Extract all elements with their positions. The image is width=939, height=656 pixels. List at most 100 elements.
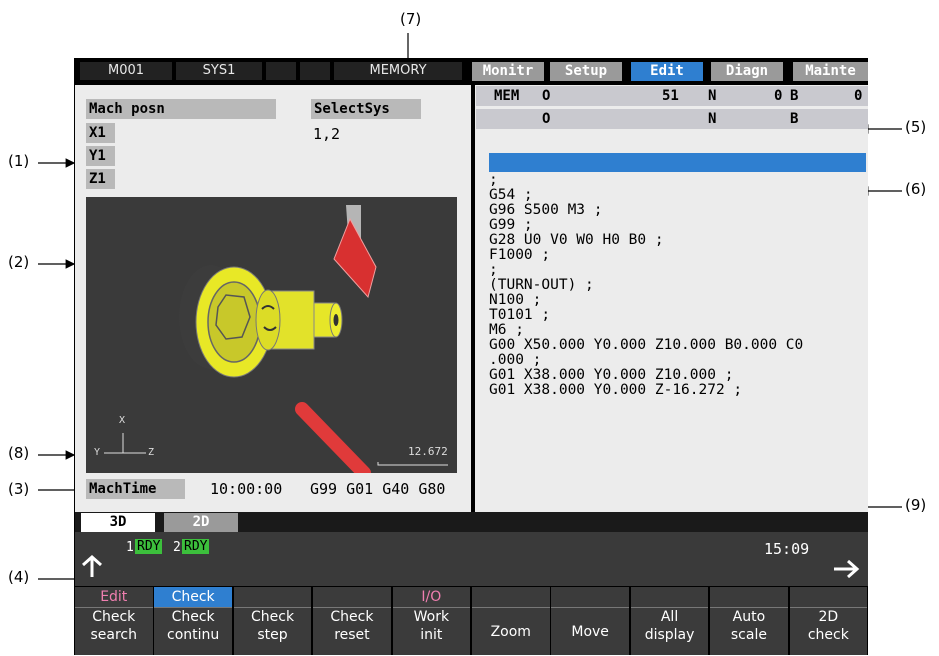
softkey-menu-label	[789, 587, 868, 608]
n-number: 0	[774, 88, 783, 104]
program-line: ;	[489, 172, 498, 188]
n2-label: N	[708, 111, 717, 127]
select-sys-label: SelectSys	[311, 99, 421, 119]
program-listing[interactable]: ; G54 ; G96 S500 M3 ; G99 ; G28 U0 V0 W0 H0 …	[489, 173, 803, 398]
program-header-row1: MEM O 51 N 0 B 0	[476, 86, 868, 106]
program-line: G28 U0 V0 W0 H0 B0 ;	[489, 232, 664, 248]
softkey-label-1: Zoom	[490, 624, 531, 640]
softkey-label-1: Work	[413, 609, 450, 625]
o2-label: O	[542, 111, 551, 127]
workpiece-graphic	[104, 205, 448, 473]
softkey-menu-label: I/O	[392, 587, 471, 608]
softkey-check-continu[interactable]: Check Check continu	[154, 587, 232, 655]
softkey-2d-check[interactable]: 2D check	[789, 587, 868, 655]
axis-y1: Y1	[86, 146, 115, 166]
softkey-menu-label	[630, 587, 709, 608]
program-pane: MEM O 51 N 0 B 0 O N B ; G54 ; G96 S500 M3…	[475, 85, 868, 512]
program-line: ;	[489, 262, 498, 278]
softkey-label-1: Check	[251, 609, 295, 625]
softkey-label-2: step	[257, 627, 288, 643]
program-line: .000 ;	[489, 352, 542, 368]
tab-2d[interactable]: 2D	[164, 513, 238, 532]
n-label: N	[708, 88, 717, 104]
b2-label: B	[790, 111, 799, 127]
softkey-move[interactable]: Move	[551, 587, 629, 655]
3d-check-view[interactable]: X Y Z 12.672	[86, 197, 457, 473]
axis-label-y: Y	[94, 447, 101, 458]
softkey-menu-label	[313, 587, 391, 608]
softkey-menu-label	[472, 587, 550, 608]
softkey-label-2: search	[90, 627, 137, 643]
modal-codes: G99 G01 G40 G80	[310, 480, 446, 498]
tab-3d[interactable]: 3D	[81, 513, 155, 532]
softkey-label-2: display	[644, 627, 695, 643]
tab-diagn[interactable]: Diagn	[711, 62, 783, 81]
rdy2-badge: RDY	[182, 539, 210, 554]
status-cell-b	[300, 62, 330, 80]
softkey-label-1: 2D	[818, 609, 839, 625]
machine-name: M001	[80, 62, 172, 80]
softkey-check-step[interactable]: Check step	[233, 587, 312, 655]
softkey-menu-label	[710, 587, 788, 608]
softkey-label-1: Move	[571, 624, 609, 640]
select-sys-value: 1,2	[313, 125, 341, 143]
nc-screen: M001 SYS1 MEMORY Monitr Setup Edit Diagn…	[74, 58, 868, 655]
mach-posn-label: Mach posn	[86, 99, 276, 119]
softkey-label-1: Check	[92, 609, 136, 625]
mach-time-label: MachTime	[86, 479, 185, 499]
softkey-menu-label	[233, 587, 312, 608]
program-line: N100 ;	[489, 292, 542, 308]
softkey-label-1: Check	[171, 609, 215, 625]
softkey-label-2: check	[807, 627, 849, 643]
tab-mainte[interactable]: Mainte	[793, 62, 868, 81]
program-line: G99 ;	[489, 217, 533, 233]
rdy2-num: 2	[173, 540, 181, 555]
axis-z1: Z1	[86, 169, 115, 189]
softkey-auto-scale[interactable]: Auto scale	[710, 587, 788, 655]
softkey-work-init[interactable]: I/O Work init	[392, 587, 471, 655]
mach-time-value: 10:00:00	[210, 480, 283, 498]
tab-edit[interactable]: Edit	[631, 62, 703, 81]
b-label: B	[790, 88, 799, 104]
program-line: G01 X38.000 Y0.000 Z-16.272 ;	[489, 382, 743, 398]
softkey-zoom[interactable]: Zoom	[472, 587, 550, 655]
up-arrow-icon[interactable]	[80, 554, 104, 579]
softkey-menu-label	[551, 587, 629, 608]
axis-label-z: Z	[148, 447, 155, 458]
scale-value: 12.672	[408, 445, 448, 458]
rdy1-badge: RDY	[135, 539, 163, 554]
program-line: G00 X50.000 Y0.000 Z10.000 B0.000 C0	[489, 337, 804, 353]
softkey-label-1: All	[660, 609, 679, 625]
check-pane: Mach posn SelectSys 1,2 X1 Y1 Z1 X Y Z 1…	[75, 85, 471, 512]
softkey-label-2: continu	[167, 627, 220, 643]
softkey-all-display[interactable]: All display	[630, 587, 709, 655]
program-line: G54 ;	[489, 187, 533, 203]
axis-x1: X1	[86, 123, 115, 143]
softkey-label-2: init	[420, 627, 443, 643]
tab-monitr[interactable]: Monitr	[472, 62, 544, 81]
program-line: T0101 ;	[489, 307, 551, 323]
operation-mode: MEMORY	[334, 62, 462, 80]
softkey-menu-label: Check	[154, 587, 232, 608]
rdy1-num: 1	[126, 540, 134, 555]
program-line: G01 X38.000 Y0.000 Z10.000 ;	[489, 367, 734, 383]
system-name: SYS1	[176, 62, 262, 80]
mode-label: MEM	[494, 88, 520, 104]
o-number: 51	[662, 88, 679, 104]
softkey-label-2: reset	[334, 627, 370, 643]
softkey-label-2: scale	[730, 627, 767, 643]
program-line: M6 ;	[489, 322, 524, 338]
right-arrow-icon[interactable]	[832, 558, 860, 580]
program-header-row2: O N B	[476, 109, 868, 129]
program-line: F1000 ;	[489, 247, 551, 263]
softkey-label-1: Check	[330, 609, 374, 625]
status-cell-a	[266, 62, 296, 80]
softkey-check-reset[interactable]: Check reset	[313, 587, 391, 655]
program-line: (TURN-OUT) ;	[489, 277, 594, 293]
clock: 15:09	[764, 540, 810, 558]
cursor-bar	[489, 153, 866, 172]
b-number: 0	[854, 88, 863, 104]
softkey-check-search[interactable]: Edit Check search	[75, 587, 153, 655]
softkey-menu-label: Edit	[75, 587, 153, 608]
tab-setup[interactable]: Setup	[550, 62, 622, 81]
